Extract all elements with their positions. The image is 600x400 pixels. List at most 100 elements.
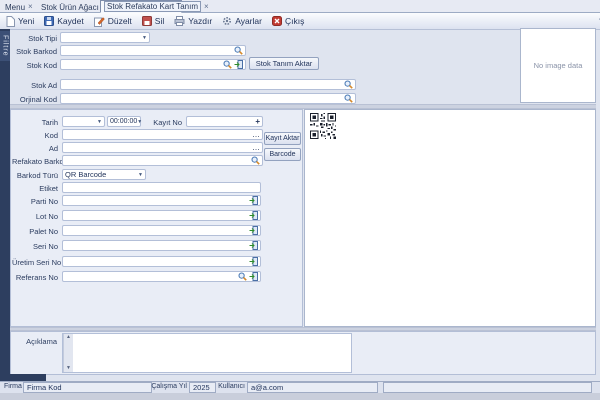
firma-label: Firma	[4, 381, 21, 393]
seri-no-input[interactable]	[62, 240, 261, 251]
barcode-preview-panel	[304, 109, 596, 327]
stok-ad-input[interactable]	[60, 79, 356, 90]
chevron-down-icon: ▼	[138, 172, 143, 178]
stok-tanim-aktar-button[interactable]: Stok Tanım Aktar	[249, 57, 319, 70]
tab-stok-refakato-kart-label: Stok Refakato Kart Tanım	[104, 1, 201, 12]
kod-input[interactable]: …	[62, 129, 263, 140]
ticker-strip	[0, 393, 600, 400]
settings-button-label: Ayarlar	[235, 16, 262, 26]
close-icon[interactable]: ×	[28, 3, 33, 11]
tarih-date-combo[interactable]: ▼	[62, 116, 105, 127]
exit-x-icon	[272, 16, 282, 26]
delete-button-label: Sil	[155, 16, 164, 26]
scroll-down-icon[interactable]: ▼	[66, 365, 71, 372]
search-icon[interactable]	[238, 272, 247, 281]
search-icon[interactable]	[344, 80, 353, 89]
uretim-seri-no-label: Üretim Seri No	[12, 257, 58, 268]
kullanici-label: Kullanıcı	[218, 381, 245, 393]
stok-barkod-input[interactable]	[60, 45, 246, 56]
filtre-tab-label: Filtre	[2, 35, 9, 57]
chevron-down-icon: ▼	[142, 35, 147, 41]
tab-menu-label: Menu	[5, 3, 25, 12]
search-icon[interactable]	[344, 94, 353, 103]
calisma-yil-field: 2025	[189, 382, 216, 393]
barkod-turu-combo[interactable]: QR Barcode ▼	[62, 169, 146, 180]
lot-no-label: Lot No	[12, 211, 58, 222]
parti-no-input[interactable]	[62, 195, 261, 206]
edit-button-label: Düzelt	[108, 16, 132, 26]
import-icon[interactable]	[249, 211, 258, 220]
pencil-edit-icon	[94, 16, 105, 27]
delete-button[interactable]: Sil	[140, 15, 166, 28]
ad-label: Ad	[12, 143, 58, 154]
etiket-label: Etiket	[12, 183, 58, 194]
printer-icon	[174, 16, 185, 26]
tab-stok-refakato-kart[interactable]: Stok Refakato Kart Tanım ×	[100, 0, 182, 13]
edit-button[interactable]: Düzelt	[92, 15, 134, 28]
kayit-aktar-button[interactable]: Kayıt Aktar	[264, 132, 301, 145]
palet-no-input[interactable]	[62, 225, 261, 236]
scrollbar[interactable]: ▲ ▼	[63, 334, 73, 372]
chevron-down-icon: ▼	[137, 119, 142, 125]
chevron-down-icon: ▼	[97, 119, 102, 125]
import-icon[interactable]	[249, 272, 258, 281]
status-extra-field	[383, 382, 592, 393]
close-icon[interactable]: ×	[204, 3, 209, 11]
exit-button-label: Çıkış	[285, 16, 304, 26]
save-button-label: Kaydet	[57, 16, 83, 26]
toolbar: Yeni Kaydet Düzelt Sil Yazdır Ayarlar Çı…	[0, 13, 600, 30]
firma-field: Firma Kod	[23, 382, 152, 393]
tab-menu[interactable]: Menu ×	[2, 1, 34, 13]
stok-tipi-combo[interactable]: ▼	[60, 32, 150, 43]
tab-stok-urun-agaci[interactable]: Stok Ürün Ağacı Tanım ×	[38, 1, 96, 13]
etiket-input[interactable]	[62, 182, 261, 193]
kullanici-field: a@a.com	[247, 382, 378, 393]
save-button[interactable]: Kaydet	[42, 15, 85, 28]
stok-ad-label: Stok Ad	[9, 80, 57, 91]
tarih-time-combo[interactable]: 00:00:00 ▼	[107, 116, 141, 127]
refakato-barkod-label: Refakato Barkod	[12, 156, 58, 167]
barcode-button[interactable]: Barcode	[264, 148, 301, 161]
exit-button[interactable]: Çıkış	[270, 15, 306, 28]
stok-barkod-label: Stok Barkod	[9, 46, 57, 57]
ad-input[interactable]: …	[62, 142, 263, 153]
import-icon[interactable]	[249, 257, 258, 266]
referans-no-input[interactable]	[62, 271, 261, 282]
plus-icon[interactable]: +	[255, 118, 260, 126]
barkod-turu-value: QR Barcode	[65, 170, 106, 179]
delete-disk-icon	[142, 16, 152, 26]
search-icon[interactable]	[251, 156, 260, 165]
qr-code-image	[310, 113, 336, 139]
print-button[interactable]: Yazdır	[172, 15, 214, 28]
refakato-barkod-input[interactable]	[62, 155, 263, 166]
scroll-up-icon[interactable]: ▲	[66, 334, 71, 341]
stok-kod-label: Stok Kod	[9, 60, 57, 71]
ellipsis-icon[interactable]: …	[252, 131, 260, 139]
settings-button[interactable]: Ayarlar	[220, 15, 264, 28]
tarih-label: Tarih	[12, 117, 58, 128]
ellipsis-icon[interactable]: …	[252, 144, 260, 152]
new-button-label: Yeni	[18, 16, 34, 26]
aciklama-label: Açıklama	[9, 336, 57, 347]
kayit-no-input[interactable]: +	[186, 116, 263, 127]
import-icon[interactable]	[249, 241, 258, 250]
import-icon[interactable]	[249, 226, 258, 235]
seri-no-label: Seri No	[12, 241, 58, 252]
aciklama-textarea[interactable]: ▲ ▼	[62, 333, 352, 373]
floppy-disk-icon	[44, 16, 54, 26]
search-icon[interactable]	[234, 46, 243, 55]
time-value: 00:00:00	[110, 118, 137, 125]
kayit-no-label: Kayıt No	[148, 117, 182, 128]
search-icon[interactable]	[223, 60, 232, 69]
kod-label: Kod	[12, 130, 58, 141]
lot-no-input[interactable]	[62, 210, 261, 221]
barkod-turu-label: Barkod Türü	[12, 170, 58, 181]
orjinal-kod-input[interactable]	[60, 93, 356, 104]
uretim-seri-no-input[interactable]	[62, 256, 261, 267]
import-icon[interactable]	[249, 196, 258, 205]
new-button[interactable]: Yeni	[4, 15, 36, 28]
calisma-yil-label: Çalışma Yıl	[150, 381, 187, 393]
palet-no-label: Palet No	[12, 226, 58, 237]
stok-kod-input[interactable]	[60, 59, 246, 70]
import-icon[interactable]	[234, 60, 243, 69]
